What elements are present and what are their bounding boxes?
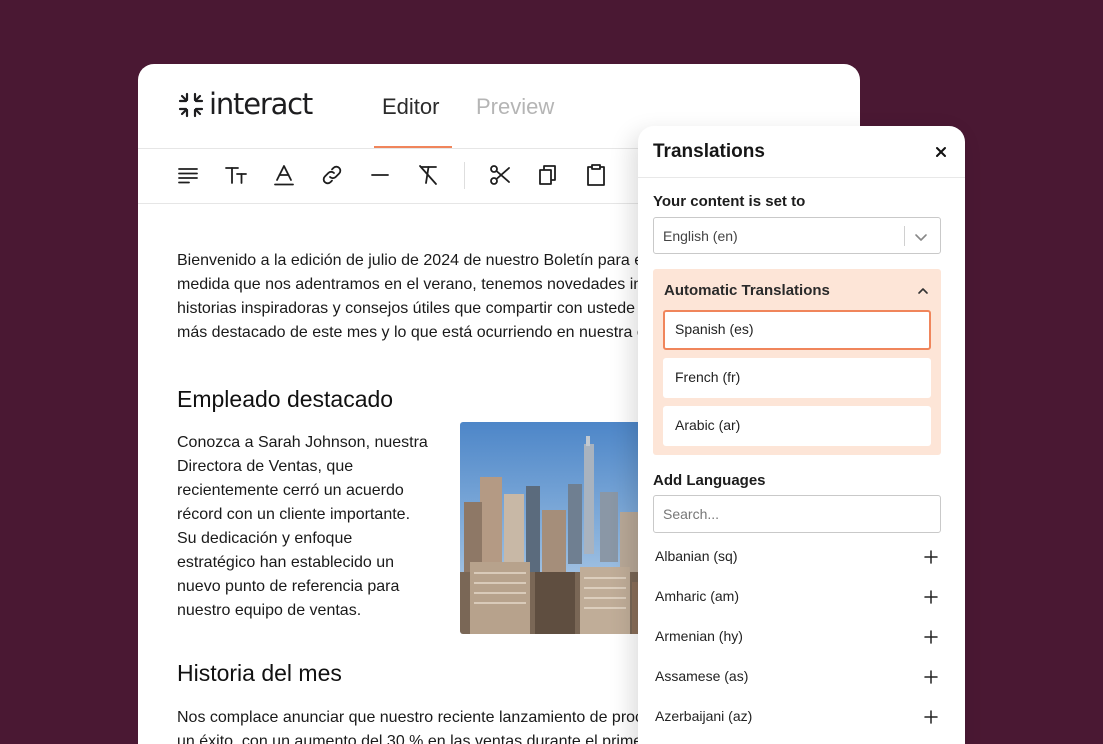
text-line: un éxito, con un aumento del 30 % en las… — [177, 733, 648, 744]
toolbar-divider — [464, 162, 465, 189]
link-icon[interactable] — [320, 163, 344, 187]
tab-preview[interactable]: Preview — [476, 94, 554, 120]
cut-icon[interactable] — [488, 163, 512, 187]
language-name: Azerbaijani (az) — [655, 708, 753, 724]
text-line: nuestro equipo de ventas. — [177, 602, 362, 619]
clear-format-icon[interactable] — [416, 163, 440, 187]
section-heading-story-of-month: Historia del mes — [177, 660, 342, 686]
active-tab-indicator — [374, 146, 452, 148]
logo-text: interact — [209, 87, 313, 121]
auto-language-spanish[interactable]: Spanish (es) — [663, 310, 931, 350]
text-line: Directora de Ventas, que — [177, 458, 354, 475]
language-name: Albanian (sq) — [655, 548, 738, 564]
text-line: medida que nos adentramos en el verano, … — [177, 276, 643, 293]
automatic-translations-section: Automatic Translations Spanish (es) Fren… — [653, 269, 941, 455]
content-language-label: Your content is set to — [653, 193, 806, 210]
tab-editor[interactable]: Editor — [382, 94, 439, 120]
text-line: récord con un cliente importante. — [177, 506, 411, 523]
city-skyline-image — [460, 422, 660, 634]
language-row-azerbaijani[interactable]: Azerbaijani (az) — [655, 696, 941, 736]
text-size-icon[interactable] — [224, 163, 248, 187]
close-icon[interactable] — [932, 143, 950, 161]
add-icon[interactable] — [923, 629, 939, 645]
auto-language-arabic[interactable]: Arabic (ar) — [663, 406, 931, 446]
text-line: más destacado de este mes y lo que está … — [177, 324, 645, 341]
auto-language-french[interactable]: French (fr) — [663, 358, 931, 398]
text-line: historias inspiradoras y consejos útiles… — [177, 300, 636, 317]
translations-panel: Translations Your content is set to Engl… — [638, 126, 965, 744]
add-icon[interactable] — [923, 669, 939, 685]
language-search-input[interactable] — [653, 495, 941, 533]
interact-logo-icon — [178, 92, 204, 117]
copy-icon[interactable] — [536, 163, 560, 187]
panel-title: Translations — [653, 141, 765, 162]
language-row-assamese[interactable]: Assamese (as) — [655, 656, 941, 696]
panel-divider — [638, 177, 965, 178]
add-icon[interactable] — [923, 589, 939, 605]
paste-icon[interactable] — [584, 163, 608, 187]
add-languages-label: Add Languages — [653, 472, 766, 489]
select-divider — [904, 226, 905, 246]
text-line: Conozca a Sarah Johnson, nuestra — [177, 434, 428, 451]
text-line: estratégico han establecido un — [177, 554, 395, 571]
content-language-select[interactable]: English (en) — [653, 217, 941, 254]
text-line: Nos complace anunciar que nuestro recien… — [177, 709, 644, 726]
logo: interact — [177, 87, 313, 121]
language-name: Amharic (am) — [655, 588, 740, 604]
content-language-value: English (en) — [663, 228, 738, 244]
section-heading-featured-employee: Empleado destacado — [177, 386, 394, 412]
text-line: nuevo punto de referencia para — [177, 578, 400, 595]
language-row-albanian[interactable]: Albanian (sq) — [655, 536, 941, 576]
language-row-amharic[interactable]: Amharic (am) — [655, 576, 941, 616]
align-left-icon[interactable] — [176, 163, 200, 187]
horizontal-rule-icon[interactable] — [368, 163, 392, 187]
text-line: Su dedicación y enfoque — [177, 530, 353, 547]
intro-paragraph: Bienvenido a la edición de julio de 2024… — [177, 249, 645, 345]
chevron-down-icon[interactable] — [913, 229, 929, 245]
language-row-armenian[interactable]: Armenian (hy) — [655, 616, 941, 656]
text-line: Bienvenido a la edición de julio de 2024… — [177, 252, 644, 269]
language-name: Armenian (hy) — [655, 628, 743, 644]
chevron-up-icon[interactable] — [915, 283, 931, 299]
language-name: Assamese (as) — [655, 668, 749, 684]
featured-employee-paragraph: Conozca a Sarah Johnson, nuestra Directo… — [177, 431, 437, 623]
automatic-translations-title[interactable]: Automatic Translations — [664, 282, 830, 299]
text-color-icon[interactable] — [272, 163, 296, 187]
story-paragraph: Nos complace anunciar que nuestro recien… — [177, 706, 648, 744]
add-icon[interactable] — [923, 549, 939, 565]
text-line: recientemente cerró un acuerdo — [177, 482, 404, 499]
add-icon[interactable] — [923, 709, 939, 725]
